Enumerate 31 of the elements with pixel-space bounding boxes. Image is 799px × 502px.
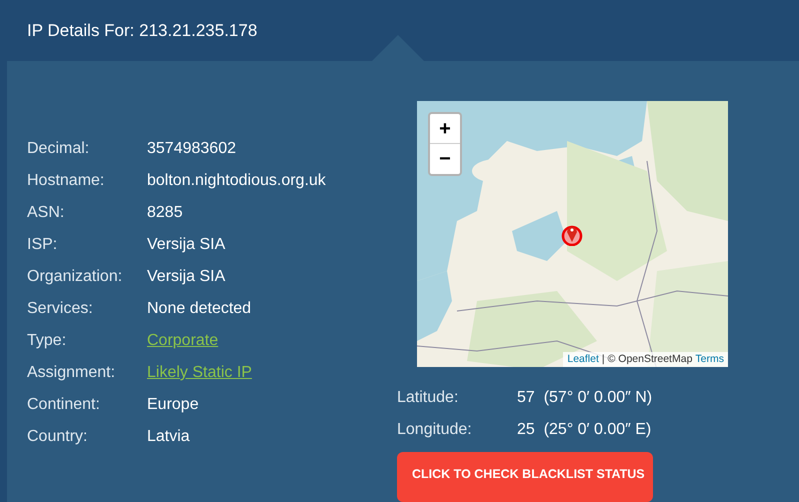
field-value: Latvia (147, 427, 190, 447)
attribution-link[interactable]: Leaflet (567, 352, 599, 368)
field-label: ASN: (27, 203, 66, 223)
field-value: 3574983602 (147, 139, 236, 159)
field-value: None detected (147, 299, 252, 319)
field-label: Country: (27, 427, 88, 447)
field-value: Europe (147, 395, 199, 415)
value-link[interactable]: Likely Static IP (147, 361, 252, 385)
value-link[interactable]: Corporate (147, 329, 218, 353)
map-pin-icon (561, 224, 583, 246)
field-label: ISP: (27, 235, 58, 255)
field-value: Versija SIA (147, 267, 226, 287)
field-label: Organization: (27, 267, 124, 287)
field-value: 57 (57° 0′ 0.00″ N) (517, 388, 652, 408)
field-label: Longitude: (397, 420, 473, 440)
field-label: Type: (27, 331, 68, 351)
field-value: bolton.nightodious.org.uk (147, 171, 326, 191)
page-title: IP Details For: 213.21.235.178 (27, 20, 258, 42)
field-label: Decimal: (27, 139, 90, 159)
field-label: Assignment: (27, 363, 116, 383)
attribution-text: © OpenStreetMap (608, 352, 692, 368)
check-blacklist-button[interactable]: CLICK TO CHECK BLACKLIST STATUS (397, 452, 653, 502)
field-value: 8285 (147, 203, 183, 223)
field-label: Latitude: (397, 388, 460, 408)
attribution-text: | (602, 352, 605, 368)
field-label: Services: (27, 299, 94, 319)
field-label: Hostname: (27, 171, 106, 191)
field-value: 25 (25° 0′ 0.00″ E) (517, 420, 652, 440)
field-label: Continent: (27, 395, 101, 415)
attribution-link[interactable]: Terms (695, 352, 724, 368)
field-value: Versija SIA (147, 235, 226, 255)
